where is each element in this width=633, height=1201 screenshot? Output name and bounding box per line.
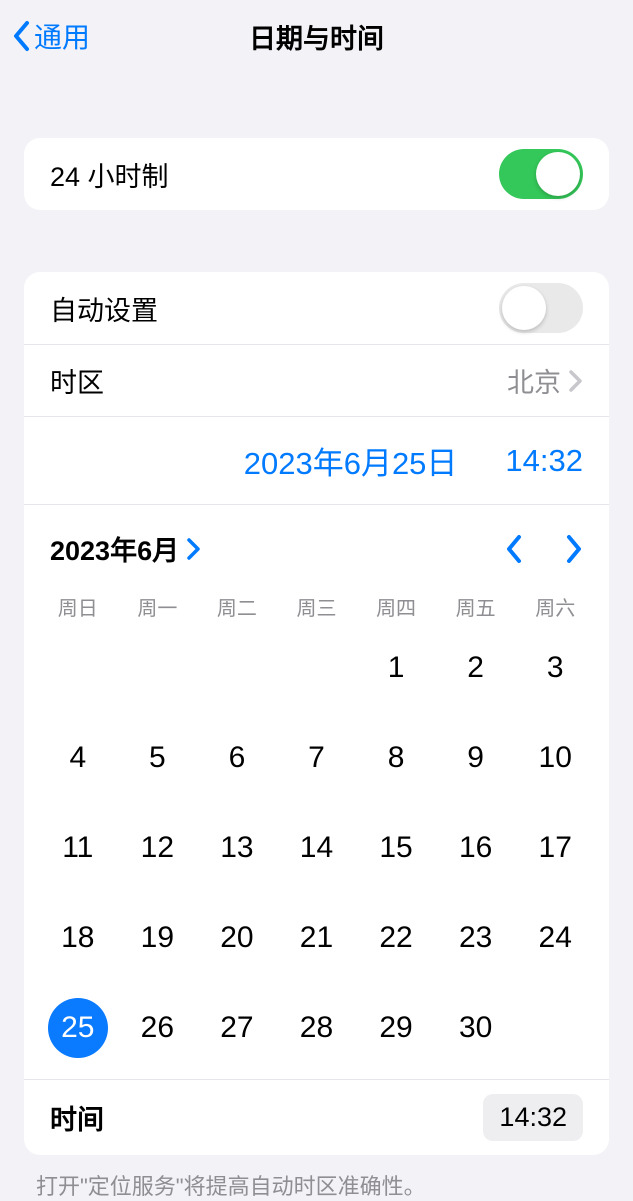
time-picker-button[interactable]: 14:32	[483, 1094, 583, 1141]
month-label: 2023年6月	[50, 529, 179, 568]
label-time: 时间	[50, 1098, 104, 1137]
day-cell[interactable]: 13	[197, 819, 277, 877]
back-button[interactable]: 通用	[12, 16, 90, 56]
day-cell[interactable]: 17	[515, 819, 595, 877]
prev-month-button[interactable]	[505, 534, 523, 564]
day-cell-empty	[118, 639, 198, 697]
day-cell[interactable]: 7	[277, 729, 357, 787]
weekday-row: 周日周一周二周三周四周五周六	[38, 592, 595, 621]
chevron-right-icon	[569, 370, 583, 392]
day-cell-empty	[38, 639, 118, 697]
chevron-right-icon	[187, 538, 201, 560]
section-24-hour: 24 小时制	[24, 138, 609, 210]
day-cell[interactable]: 26	[118, 999, 198, 1057]
row-24-hour: 24 小时制	[24, 138, 609, 210]
day-cell[interactable]: 10	[515, 729, 595, 787]
day-cell[interactable]: 8	[356, 729, 436, 787]
day-cell[interactable]: 14	[277, 819, 357, 877]
row-time: 时间 14:32	[24, 1079, 609, 1155]
selected-date[interactable]: 2023年6月25日	[244, 438, 458, 483]
day-cell[interactable]: 30	[436, 999, 516, 1057]
label-24-hour: 24 小时制	[50, 155, 169, 194]
row-auto-set: 自动设置	[24, 272, 609, 344]
day-cell[interactable]: 12	[118, 819, 198, 877]
month-picker-button[interactable]: 2023年6月	[50, 529, 201, 568]
day-cell[interactable]: 23	[436, 909, 516, 967]
day-cell[interactable]: 4	[38, 729, 118, 787]
day-cell[interactable]: 1	[356, 639, 436, 697]
chevron-left-icon	[12, 20, 32, 52]
back-label: 通用	[34, 16, 90, 56]
next-month-button[interactable]	[565, 534, 583, 564]
day-cell[interactable]: 22	[356, 909, 436, 967]
toggle-24-hour[interactable]	[499, 149, 583, 199]
page-title: 日期与时间	[249, 17, 384, 56]
day-cell[interactable]: 21	[277, 909, 357, 967]
day-cell[interactable]: 19	[118, 909, 198, 967]
weekday-cell: 周四	[356, 592, 436, 621]
footer-note: 打开"定位服务"将提高自动时区准确性。	[36, 1169, 597, 1201]
weekday-cell: 周六	[515, 592, 595, 621]
row-selected-datetime: 2023年6月25日 14:32	[24, 416, 609, 504]
day-cell[interactable]: 6	[197, 729, 277, 787]
day-cell[interactable]: 20	[197, 909, 277, 967]
day-cell-empty	[197, 639, 277, 697]
calendar-nav	[505, 534, 583, 564]
toggle-knob	[536, 152, 580, 196]
section-datetime: 自动设置 时区 北京 2023年6月25日 14:32 2023年6月	[24, 272, 609, 1155]
day-cell[interactable]: 3	[515, 639, 595, 697]
day-cell[interactable]: 16	[436, 819, 516, 877]
weekday-cell: 周三	[277, 592, 357, 621]
day-cell[interactable]: 28	[277, 999, 357, 1057]
label-auto-set: 自动设置	[50, 289, 158, 328]
calendar-header: 2023年6月	[38, 521, 595, 572]
calendar: 2023年6月 周日周一周二周三周四周五周六 12345678910111213…	[24, 504, 609, 1079]
day-cell[interactable]: 15	[356, 819, 436, 877]
toggle-knob	[502, 286, 546, 330]
day-cell[interactable]: 25	[38, 999, 118, 1057]
weekday-cell: 周二	[197, 592, 277, 621]
day-cell[interactable]: 18	[38, 909, 118, 967]
toggle-auto-set[interactable]	[499, 283, 583, 333]
day-cell[interactable]: 5	[118, 729, 198, 787]
day-cell[interactable]: 9	[436, 729, 516, 787]
day-cell-empty	[277, 639, 357, 697]
nav-header: 通用 日期与时间	[0, 0, 633, 72]
selected-time[interactable]: 14:32	[505, 443, 583, 479]
row-timezone[interactable]: 时区 北京	[24, 344, 609, 416]
day-cell[interactable]: 29	[356, 999, 436, 1057]
day-cell[interactable]: 2	[436, 639, 516, 697]
label-timezone: 时区	[50, 361, 104, 400]
day-cell[interactable]: 24	[515, 909, 595, 967]
day-cell[interactable]: 11	[38, 819, 118, 877]
value-timezone: 北京	[507, 361, 583, 400]
weekday-cell: 周日	[38, 592, 118, 621]
days-grid: 1234567891011121314151617181920212223242…	[38, 639, 595, 1067]
day-cell[interactable]: 27	[197, 999, 277, 1057]
timezone-text: 北京	[507, 361, 561, 400]
weekday-cell: 周五	[436, 592, 516, 621]
weekday-cell: 周一	[118, 592, 198, 621]
